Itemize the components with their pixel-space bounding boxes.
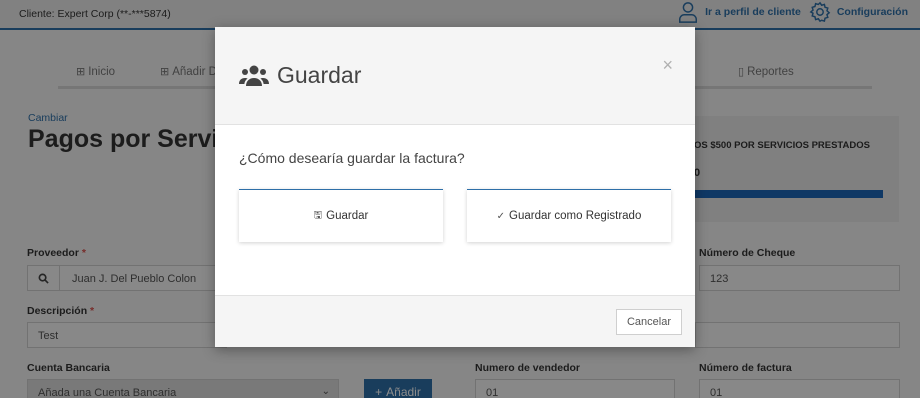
close-icon[interactable]: × [662,55,673,76]
cancel-button[interactable]: Cancelar [616,309,682,335]
save-as-registered-label: Guardar como Registrado [509,210,642,222]
modal-title: Guardar [239,62,361,89]
save-button-label: Guardar [326,210,369,222]
modal-header: Guardar × [215,27,695,125]
save-button[interactable]: 🖫 Guardar [239,189,443,242]
modal-footer: Cancelar [215,295,695,347]
users-icon [239,65,269,86]
save-icon: 🖫 [313,209,323,221]
save-as-registered-button[interactable]: ✓ Guardar como Registrado [467,189,671,242]
save-modal: Guardar × ¿Cómo desearía guardar la fact… [215,27,695,347]
modal-title-text: Guardar [277,62,362,88]
modal-question: ¿Cómo desearía guardar la factura? [239,150,465,166]
check-icon: ✓ [496,210,506,222]
